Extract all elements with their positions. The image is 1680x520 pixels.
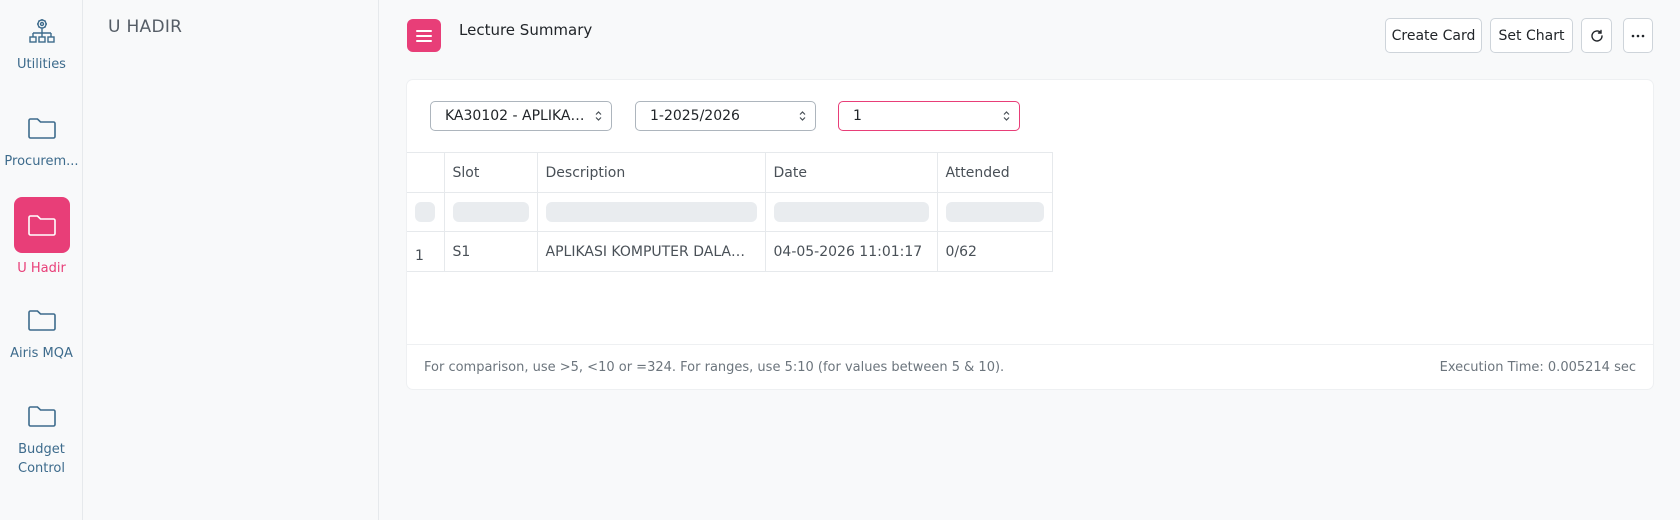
filter-input-date[interactable]	[764, 192, 938, 232]
execution-time: Execution Time: 0.005214 sec	[1439, 360, 1636, 375]
slot-select[interactable]: 1	[838, 101, 1020, 131]
rail-item-procurement[interactable]: Procurem...	[0, 116, 83, 171]
column-header-slot[interactable]: Slot	[443, 152, 538, 193]
app-rail: Utilities Procurem... U Hadir Airis MQA …	[0, 0, 83, 520]
module-panel: U HADIR	[83, 0, 379, 520]
more-options-button[interactable]	[1623, 18, 1653, 53]
select-caret-icon	[1003, 111, 1010, 121]
table-filter-row	[407, 192, 1053, 232]
rail-item-budget-control[interactable]: Budget Control	[0, 404, 83, 478]
filter-input-description[interactable]	[536, 192, 766, 232]
rail-label: Utilities	[17, 57, 66, 72]
course-select-value: KA30102 - APLIKASI K...	[445, 108, 591, 124]
cell-date: 04-05-2026 11:01:17	[764, 231, 938, 272]
refresh-button[interactable]	[1581, 18, 1612, 53]
rail-item-airis-mqa[interactable]: Airis MQA	[0, 308, 83, 363]
select-caret-icon	[799, 111, 806, 121]
card-footer: For comparison, use >5, <10 or =324. For…	[407, 344, 1653, 389]
session-select-value: 1-2025/2026	[650, 108, 740, 124]
table-header-row: Slot Description Date Attended	[407, 152, 1053, 193]
module-title: U HADIR	[108, 17, 183, 37]
table-row[interactable]: 1 S1 APLIKASI KOMPUTER DALAM K... 04-05-…	[407, 231, 1053, 272]
rail-label: Procurem...	[4, 154, 79, 169]
main-content: Lecture Summary Create Card Set Chart KA…	[379, 0, 1680, 520]
folder-icon	[27, 310, 56, 331]
summary-table: Slot Description Date Attended 1 S1 APLI…	[407, 152, 1053, 272]
filter-input-slot[interactable]	[443, 192, 538, 232]
course-select[interactable]: KA30102 - APLIKASI K...	[430, 101, 612, 131]
filter-input-attended[interactable]	[936, 192, 1053, 232]
column-header-index	[407, 152, 445, 193]
rail-label: Airis MQA	[10, 346, 73, 361]
rail-item-u-hadir[interactable]: U Hadir	[0, 197, 83, 278]
folder-icon	[27, 406, 56, 427]
sitemap-gear-icon	[28, 19, 55, 43]
hamburger-icon	[416, 29, 432, 42]
rail-label: U Hadir	[17, 261, 66, 276]
filter-hint: For comparison, use >5, <10 or =324. For…	[424, 360, 1005, 375]
active-tile	[13, 197, 70, 253]
set-chart-button[interactable]: Set Chart	[1490, 18, 1573, 53]
refresh-icon	[1590, 29, 1603, 42]
rail-label: Budget Control	[18, 442, 65, 476]
cell-slot: S1	[443, 231, 538, 272]
cell-attended: 0/62	[936, 231, 1053, 272]
column-header-attended[interactable]: Attended	[936, 152, 1053, 193]
column-header-date[interactable]: Date	[764, 152, 938, 193]
folder-icon	[27, 118, 56, 139]
menu-toggle-button[interactable]	[407, 19, 441, 52]
row-index: 1	[407, 231, 445, 272]
rail-item-utilities[interactable]: Utilities	[0, 17, 83, 74]
page-title: Lecture Summary	[459, 21, 593, 39]
select-caret-icon	[595, 111, 602, 121]
cell-description: APLIKASI KOMPUTER DALAM K...	[536, 231, 766, 272]
report-card: KA30102 - APLIKASI K... 1-2025/2026 1 Sl…	[407, 80, 1653, 389]
create-card-button[interactable]: Create Card	[1385, 18, 1482, 53]
session-select[interactable]: 1-2025/2026	[635, 101, 816, 131]
slot-select-value: 1	[853, 108, 862, 124]
ellipsis-icon	[1631, 34, 1645, 37]
column-header-description[interactable]: Description	[536, 152, 766, 193]
folder-icon	[27, 215, 56, 236]
filter-cell-index	[407, 192, 445, 232]
